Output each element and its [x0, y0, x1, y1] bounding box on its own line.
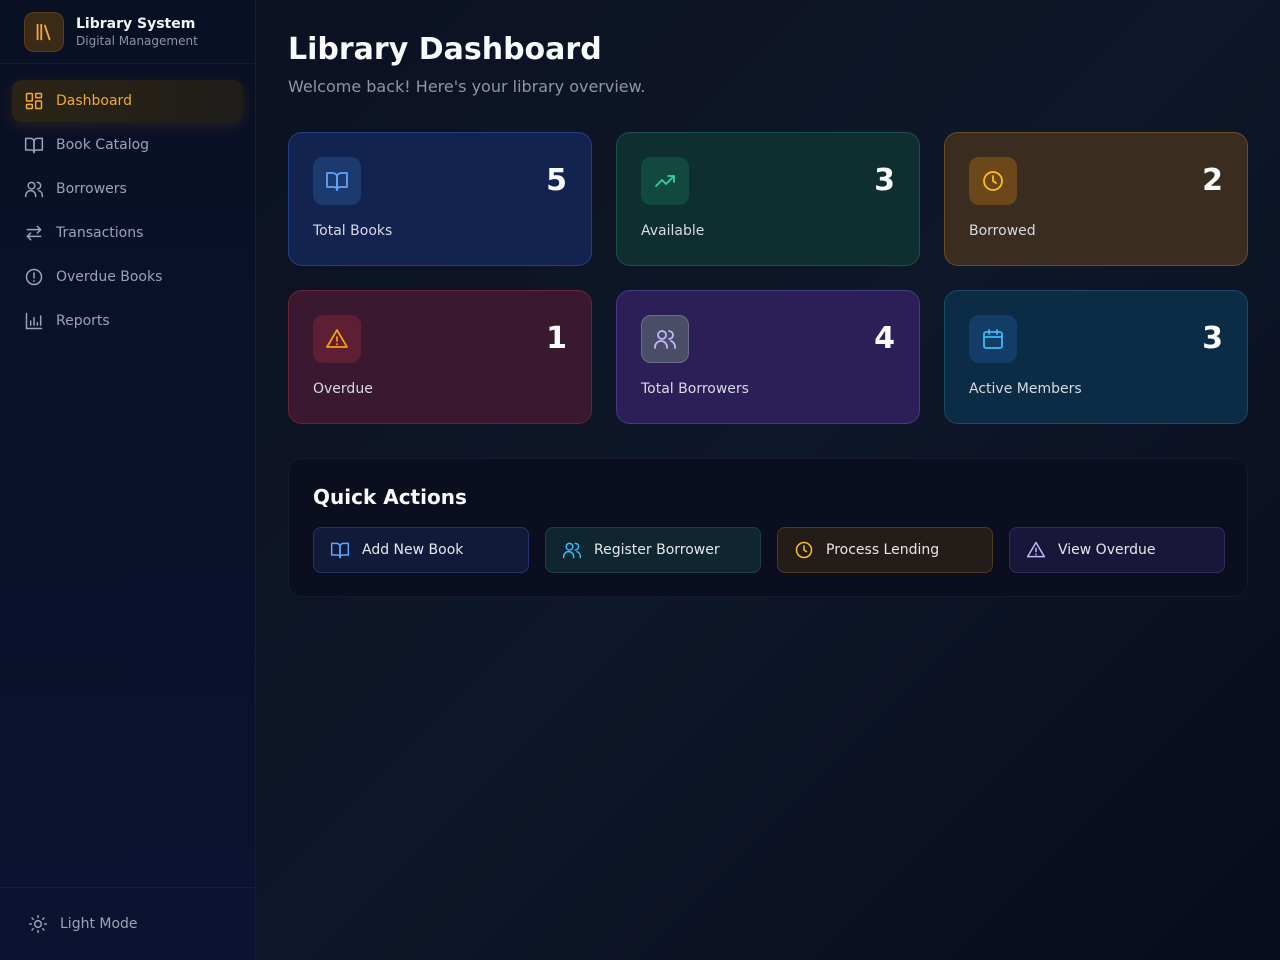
open-book-icon: [24, 137, 44, 154]
layout-grid-icon: [25, 92, 43, 110]
stats-grid: 5 Total Books 3 Available 2 Borrowed 1 O…: [288, 132, 1248, 424]
page-title: Library Dashboard: [288, 32, 602, 67]
sidebar-item-overdue-books[interactable]: Overdue Books: [12, 256, 243, 298]
clock-icon: [969, 157, 1017, 205]
light-mode-label: Light Mode: [60, 916, 138, 932]
stat-card-total-books[interactable]: 5 Total Books: [288, 132, 592, 266]
button-label: Add New Book: [362, 542, 464, 558]
button-label: Process Lending: [826, 542, 940, 558]
stat-card-total-borrowers[interactable]: 4 Total Borrowers: [616, 290, 920, 424]
brand-subtitle: Digital Management: [76, 33, 198, 48]
brand-header: Library System Digital Management: [0, 0, 255, 64]
main-content: Library Dashboard Welcome back! Here's y…: [288, 0, 1248, 597]
stat-label: Overdue: [313, 381, 373, 397]
stat-value: 5: [546, 163, 567, 198]
trending-up-icon: [641, 157, 689, 205]
sidebar-item-label: Dashboard: [56, 93, 132, 109]
sidebar-item-label: Overdue Books: [56, 269, 163, 285]
bar-chart-icon: [25, 312, 43, 330]
calendar-icon: [969, 315, 1017, 363]
open-book-icon: [313, 157, 361, 205]
quick-actions-panel: Quick Actions Add New Book Register Borr…: [288, 458, 1248, 597]
stat-value: 1: [546, 321, 567, 356]
clock-icon: [795, 541, 813, 559]
sidebar-item-label: Book Catalog: [56, 137, 150, 153]
stat-label: Total Books: [313, 223, 393, 239]
sidebar-item-borrowers[interactable]: Borrowers: [12, 168, 243, 210]
stat-card-borrowed[interactable]: 2 Borrowed: [944, 132, 1248, 266]
process-lending-button[interactable]: Process Lending: [777, 527, 993, 573]
users-icon: [24, 181, 44, 198]
view-overdue-button[interactable]: View Overdue: [1009, 527, 1225, 573]
stat-card-overdue[interactable]: 1 Overdue: [288, 290, 592, 424]
stat-card-active-members[interactable]: 3 Active Members: [944, 290, 1248, 424]
open-book-icon: [330, 542, 350, 559]
arrows-swap-icon: [26, 225, 42, 241]
register-borrower-button[interactable]: Register Borrower: [545, 527, 761, 573]
page-subtitle: Welcome back! Here's your library overvi…: [288, 77, 646, 96]
sidebar-item-dashboard[interactable]: Dashboard: [12, 80, 243, 122]
users-icon: [641, 315, 689, 363]
stat-card-available[interactable]: 3 Available: [616, 132, 920, 266]
stat-value: 3: [1202, 321, 1223, 356]
sidebar-item-label: Transactions: [56, 225, 144, 241]
users-icon: [562, 542, 582, 559]
sun-icon: [28, 914, 48, 934]
library-books-icon: [24, 11, 64, 52]
stat-label: Borrowed: [969, 223, 1036, 239]
sidebar-item-label: Borrowers: [56, 181, 127, 197]
warning-triangle-icon: [313, 315, 361, 363]
stat-value: 3: [874, 163, 895, 198]
sidebar: Library System Digital Management Dashbo…: [0, 0, 256, 960]
sidebar-nav: Dashboard Book Catalog Borrowers Transac…: [0, 64, 255, 342]
button-label: View Overdue: [1058, 542, 1156, 558]
alert-circle-icon: [25, 268, 43, 286]
sidebar-item-reports[interactable]: Reports: [12, 300, 243, 342]
stat-value: 2: [1202, 163, 1223, 198]
sidebar-item-book-catalog[interactable]: Book Catalog: [12, 124, 243, 166]
button-label: Register Borrower: [594, 542, 720, 558]
stat-label: Total Borrowers: [641, 381, 749, 397]
sidebar-item-transactions[interactable]: Transactions: [12, 212, 243, 254]
stat-label: Available: [641, 223, 705, 239]
quick-actions-title: Quick Actions: [313, 485, 467, 509]
sidebar-item-label: Reports: [56, 313, 110, 329]
brand-title: Library System: [76, 15, 196, 32]
light-mode-toggle[interactable]: Light Mode: [0, 887, 256, 960]
warning-triangle-icon: [1026, 541, 1046, 558]
stat-value: 4: [874, 321, 895, 356]
add-new-book-button[interactable]: Add New Book: [313, 527, 529, 573]
stat-label: Active Members: [969, 381, 1082, 397]
